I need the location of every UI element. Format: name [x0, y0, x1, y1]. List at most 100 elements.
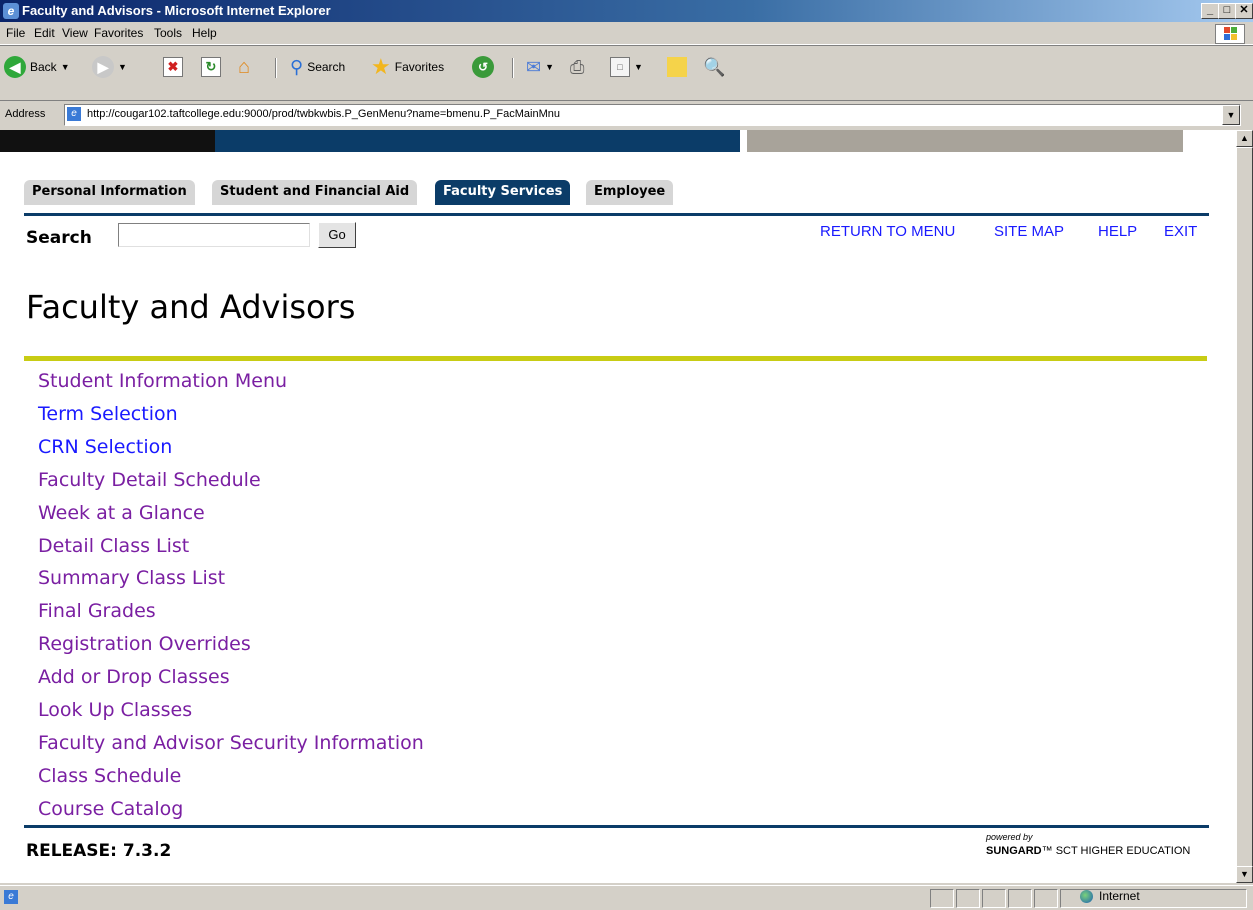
back-label: Back [30, 60, 57, 74]
ie-app-icon: e [3, 3, 19, 19]
edit-icon: □ [610, 57, 630, 77]
banner-stripe-grey [747, 130, 1183, 152]
window-title-bar[interactable]: e Faculty and Advisors - Microsoft Inter… [0, 0, 1253, 22]
menu-link-faculty-and-advisor-security-information[interactable]: Faculty and Advisor Security Information [38, 732, 424, 754]
footer-divider [24, 825, 1209, 828]
mail-button[interactable]: ✉ ▼ [526, 54, 554, 80]
window-title: Faculty and Advisors - Microsoft Interne… [22, 3, 331, 18]
scroll-down-icon[interactable]: ▼ [1236, 866, 1253, 883]
page-title: Faculty and Advisors [26, 288, 356, 326]
menu-link-crn-selection[interactable]: CRN Selection [38, 436, 172, 458]
address-dropdown-icon[interactable]: ▼ [1222, 105, 1240, 125]
search-icon: ⚲ [290, 56, 304, 77]
minimize-button[interactable]: _ [1201, 3, 1219, 19]
tab-personal-information[interactable]: Personal Information [24, 180, 195, 205]
edit-dropdown-icon[interactable]: ▼ [634, 62, 643, 72]
status-bar: e Internet [0, 885, 1253, 910]
menu-link-summary-class-list[interactable]: Summary Class List [38, 567, 225, 589]
search-input[interactable] [118, 223, 310, 247]
search-label: Search [307, 60, 346, 74]
menu-link-final-grades[interactable]: Final Grades [38, 600, 156, 622]
tab-employee[interactable]: Employee [586, 180, 674, 205]
close-button[interactable]: ✕ [1235, 3, 1253, 19]
menu-tools[interactable]: Tools [154, 26, 182, 40]
tab-faculty-services[interactable]: Faculty Services [435, 180, 571, 205]
return-to-menu-link[interactable]: RETURN TO MENU [820, 223, 955, 240]
menu-favorites[interactable]: Favorites [94, 26, 143, 40]
menu-edit[interactable]: Edit [34, 26, 55, 40]
toolbar: ◀ Back ▼ ▶ ▼ ✖ ↻ ⌂ ⚲ Search ★ Favorites … [0, 45, 1253, 101]
maximize-button[interactable]: □ [1218, 3, 1236, 19]
forward-dropdown-icon[interactable]: ▼ [118, 62, 127, 72]
refresh-button[interactable]: ↻ [201, 54, 221, 80]
sungard-logo: SUNGARD™ SCT HIGHER EDUCATION [986, 845, 1191, 857]
title-divider [24, 356, 1207, 361]
tab-student-and-financial-aid[interactable]: Student and Financial Aid [212, 180, 418, 205]
research-icon: 🔍 [703, 56, 726, 77]
forward-arrow-icon: ▶ [92, 56, 114, 78]
home-icon: ⌂ [238, 55, 251, 78]
refresh-icon: ↻ [201, 57, 221, 77]
page-icon: e [67, 107, 81, 121]
menu-link-look-up-classes[interactable]: Look Up Classes [38, 699, 192, 721]
address-input[interactable]: e http://cougar102.taftcollege.edu:9000/… [64, 104, 1241, 126]
menu-link-term-selection[interactable]: Term Selection [38, 403, 178, 425]
globe-icon [1080, 889, 1093, 903]
star-icon: ★ [371, 54, 391, 79]
address-label: Address [5, 108, 46, 120]
stop-button[interactable]: ✖ [163, 54, 183, 80]
zone-label: Internet [1099, 889, 1140, 903]
sungard-brand: SUNGARD [986, 845, 1042, 857]
menu-link-registration-overrides[interactable]: Registration Overrides [38, 633, 251, 655]
scroll-up-icon[interactable]: ▲ [1236, 130, 1253, 147]
release-label: RELEASE: 7.3.2 [26, 841, 172, 861]
print-button[interactable]: ⎙ [570, 54, 584, 80]
menu-link-add-or-drop-classes[interactable]: Add or Drop Classes [38, 666, 230, 688]
scroll-thumb[interactable] [1236, 147, 1253, 868]
vertical-scrollbar[interactable]: ▲ ▼ [1236, 130, 1253, 883]
menu-link-faculty-detail-schedule[interactable]: Faculty Detail Schedule [38, 469, 261, 491]
back-arrow-icon: ◀ [4, 56, 26, 78]
history-icon: ↺ [472, 56, 494, 78]
banner-stripe [215, 130, 740, 152]
search-label: Search [26, 228, 92, 248]
mail-dropdown-icon[interactable]: ▼ [545, 62, 554, 72]
menu-file[interactable]: File [6, 26, 25, 40]
go-button[interactable]: Go [318, 222, 356, 248]
menu-bar: File Edit View Favorites Tools Help [0, 22, 1253, 45]
discuss-button[interactable] [667, 54, 687, 80]
back-dropdown-icon[interactable]: ▼ [61, 62, 70, 72]
exit-link[interactable]: EXIT [1164, 223, 1197, 240]
menu-help[interactable]: Help [192, 26, 217, 40]
history-button[interactable]: ↺ [472, 54, 494, 80]
help-link[interactable]: HELP [1098, 223, 1137, 240]
windows-logo-icon [1215, 24, 1245, 44]
menu-link-class-schedule[interactable]: Class Schedule [38, 765, 181, 787]
edit-button[interactable]: □ ▼ [610, 54, 643, 80]
home-button[interactable]: ⌂ [238, 54, 250, 80]
print-icon: ⎙ [570, 56, 585, 77]
research-button[interactable]: 🔍 [703, 54, 725, 80]
page-viewport: Personal Information Student and Financi… [0, 130, 1236, 883]
mail-icon: ✉ [526, 56, 542, 77]
note-icon [667, 57, 687, 77]
site-map-link[interactable]: SITE MAP [994, 223, 1064, 240]
favorites-button[interactable]: ★ Favorites [371, 54, 444, 80]
security-zone: Internet [1080, 889, 1140, 903]
menu-link-student-information-menu[interactable]: Student Information Menu [38, 370, 287, 392]
stop-icon: ✖ [163, 57, 183, 77]
menu-link-detail-class-list[interactable]: Detail Class List [38, 535, 189, 557]
banner-image [0, 130, 215, 152]
forward-button[interactable]: ▶ ▼ [92, 54, 127, 80]
powered-by-label: powered by [986, 832, 1033, 842]
address-bar: Address e http://cougar102.taftcollege.e… [0, 100, 1253, 129]
favorites-label: Favorites [394, 60, 445, 74]
menu-link-week-at-a-glance[interactable]: Week at a Glance [38, 502, 205, 524]
back-button[interactable]: ◀ Back ▼ [4, 54, 70, 80]
menu-link-course-catalog[interactable]: Course Catalog [38, 798, 183, 820]
address-url[interactable]: http://cougar102.taftcollege.edu:9000/pr… [87, 108, 560, 120]
tab-underline [24, 213, 1209, 216]
menu-view[interactable]: View [62, 26, 88, 40]
sungard-suffix: SCT HIGHER EDUCATION [1055, 845, 1191, 857]
search-button[interactable]: ⚲ Search [290, 54, 345, 80]
